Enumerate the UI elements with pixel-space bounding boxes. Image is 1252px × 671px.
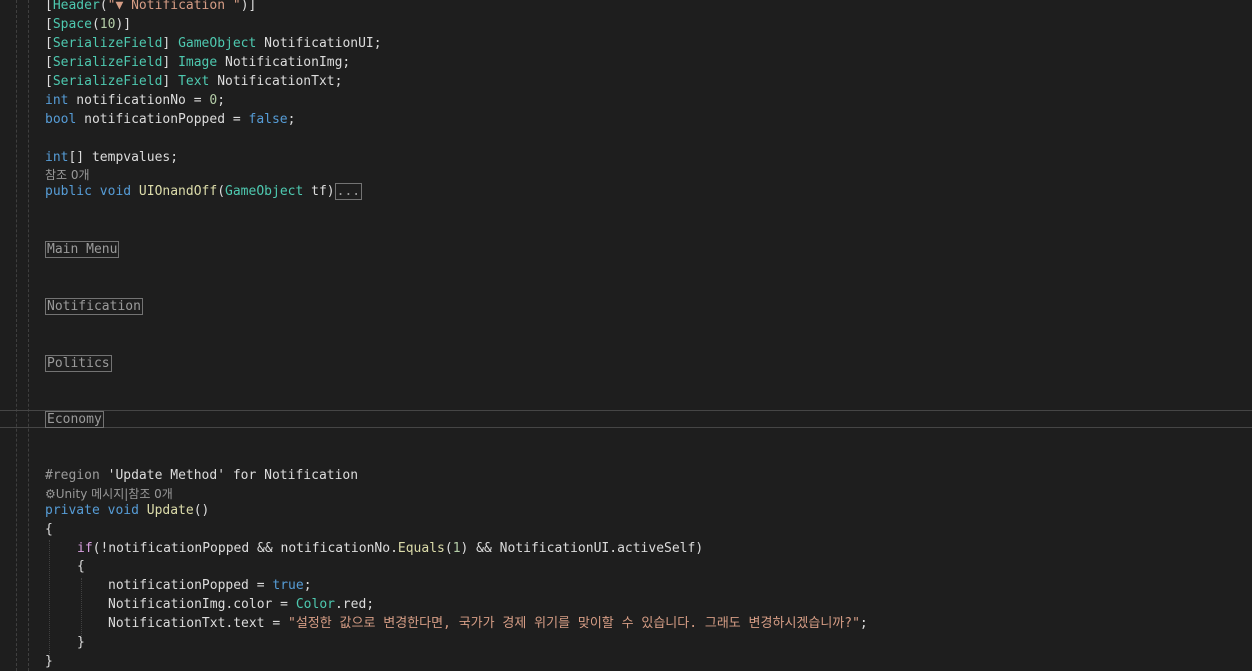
space-attribute-line[interactable]: [Space(10)] (45, 15, 131, 34)
inner-open-brace-line[interactable]: { (77, 557, 85, 576)
inner-close-brace-line[interactable]: } (77, 633, 85, 652)
region-fold-box[interactable]: Economy (45, 411, 104, 428)
assign-color-line[interactable]: NotificationImg.color = Color.red; (108, 595, 374, 614)
indent-guide-1 (49, 540, 50, 660)
method-uionandoff-line[interactable]: public void UIOnandOff(GameObject tf)... (45, 182, 363, 201)
field-line-notification-img[interactable]: [SerializeField] Image NotificationImg; (45, 53, 350, 72)
assign-text-line[interactable]: NotificationTxt.text = "설정한 값으로 변경한다면, 국… (108, 614, 868, 633)
gutter-guide-left (16, 0, 17, 671)
method-update-line[interactable]: private void Update() (45, 501, 209, 520)
unity-message-lens[interactable]: ⚙Unity 메시지|참조 0개 (45, 486, 173, 502)
region-notification[interactable]: Notification (45, 297, 143, 316)
bool-field-line[interactable]: bool notificationPopped = false; (45, 110, 295, 129)
assign-popped-line[interactable]: notificationPopped = true; (108, 576, 312, 595)
region-main-menu[interactable]: Main Menu (45, 240, 120, 259)
region-economy[interactable]: Economy (45, 410, 104, 429)
current-line-highlight (0, 410, 1252, 428)
field-line-notification-txt[interactable]: [SerializeField] Text NotificationTxt; (45, 72, 342, 91)
unity-icon: ⚙ (45, 487, 56, 501)
header-attribute-line[interactable]: [Header("▼ Notification ")] (45, 0, 256, 15)
region-fold-box[interactable]: Main Menu (45, 241, 120, 258)
open-brace-line[interactable]: { (45, 520, 53, 539)
region-fold-box[interactable]: Notification (45, 298, 143, 315)
int-array-line[interactable]: int[] tempvalues; (45, 148, 178, 167)
int-field-line[interactable]: int notificationNo = 0; (45, 91, 225, 110)
if-statement-line[interactable]: if(!notificationPopped && notificationNo… (77, 539, 703, 558)
region-fold-box[interactable]: Politics (45, 355, 112, 372)
collapsed-body-button[interactable]: ... (334, 183, 363, 200)
gutter-guide-code (28, 0, 29, 671)
region-politics[interactable]: Politics (45, 354, 112, 373)
close-brace-line[interactable]: } (45, 652, 53, 671)
field-line-notification-ui[interactable]: [SerializeField] GameObject Notification… (45, 34, 382, 53)
reference-lens[interactable]: 참조 0개 (45, 167, 90, 183)
indent-guide-2 (81, 578, 82, 640)
region-directive-line[interactable]: #region 'Update Method' for Notification (45, 466, 358, 485)
